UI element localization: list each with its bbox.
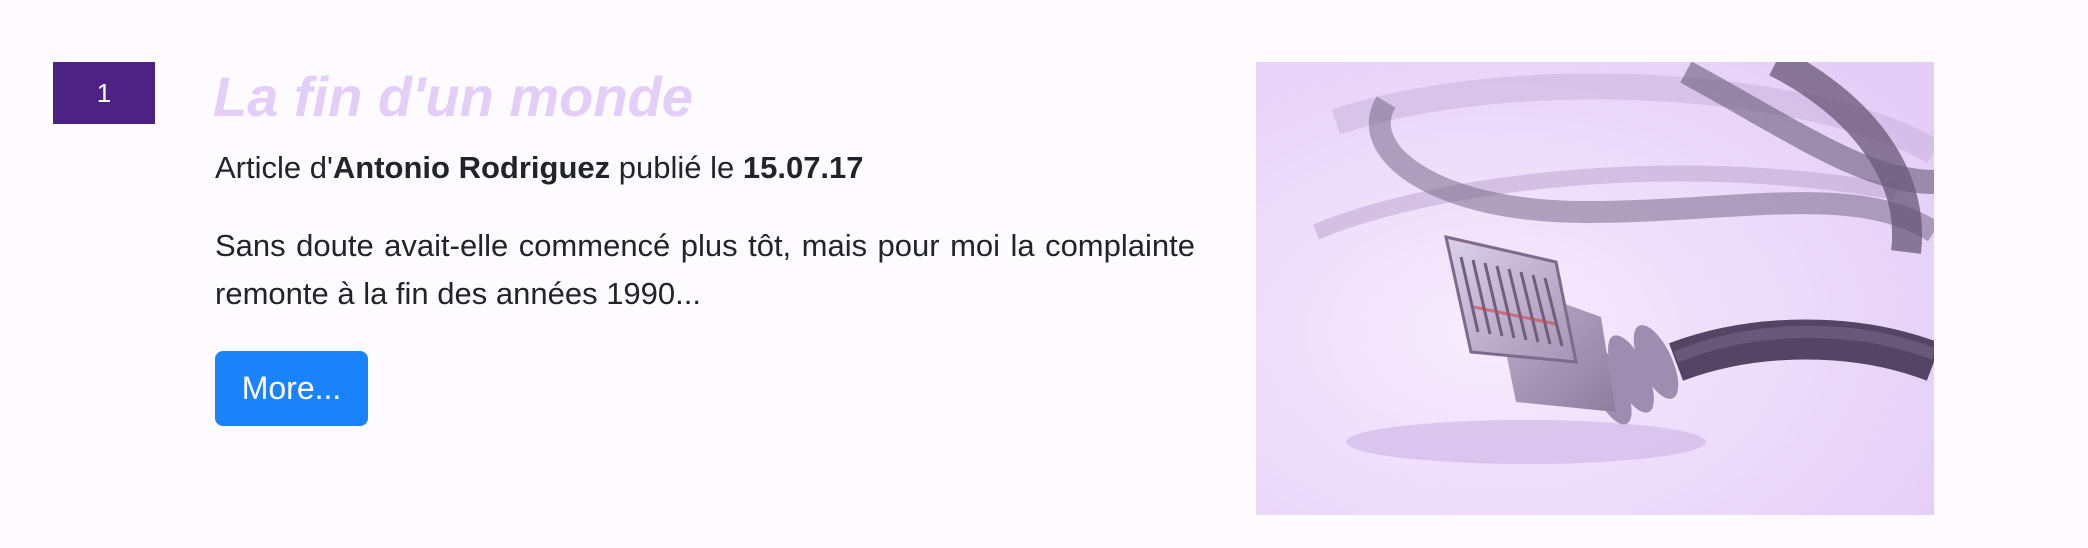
author-name: Antonio Rodriguez <box>332 150 611 185</box>
article-title[interactable]: La fin d'un monde <box>213 58 693 136</box>
article-image <box>1256 62 1934 515</box>
byline-middle: publié le <box>610 150 743 185</box>
more-button[interactable]: More... <box>215 351 368 426</box>
article-excerpt: Sans doute avait-elle commencé plus tôt,… <box>215 228 1195 311</box>
article-number-badge: 1 <box>53 62 155 124</box>
publish-date: 15.07.17 <box>742 150 864 185</box>
ethernet-cable-icon <box>1256 62 1934 515</box>
byline-prefix: Article d' <box>215 150 333 185</box>
article-byline: Article d'Antonio Rodriguez publié le 15… <box>215 146 864 190</box>
